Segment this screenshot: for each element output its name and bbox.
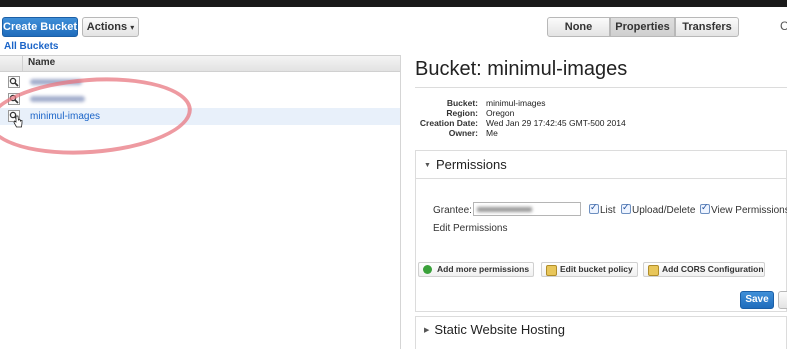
save-button[interactable]: Save <box>740 291 774 309</box>
list-label: List <box>600 205 616 216</box>
redacted-grantee <box>477 207 532 212</box>
actions-button[interactable]: Actions ▾ <box>82 17 139 37</box>
tab-transfers[interactable]: Transfers <box>675 17 739 37</box>
static-hosting-header[interactable]: ▶ Static Website Hosting <box>424 322 565 337</box>
breadcrumb[interactable]: All Buckets <box>4 41 58 52</box>
field-value: minimul-images <box>486 98 546 108</box>
field-value: Wed Jan 29 17:42:45 GMT-500 2014 <box>486 118 626 128</box>
grantee-field[interactable] <box>473 202 581 216</box>
field-label: Bucket: <box>446 98 478 108</box>
add-permissions-label: Add more permissions <box>437 264 530 274</box>
field-label: Region: <box>446 108 478 118</box>
top-bar <box>0 0 787 7</box>
edit-bucket-policy-button[interactable]: Edit bucket policy <box>541 262 638 277</box>
static-hosting-heading: Static Website Hosting <box>434 322 565 337</box>
triangle-down-icon: ▼ <box>424 162 431 169</box>
title-divider <box>415 87 787 88</box>
view-permissions-checkbox[interactable] <box>700 202 710 214</box>
chevron-down-icon: ▾ <box>130 23 135 32</box>
list-header: Name <box>0 55 400 72</box>
grantee-label: Grantee: <box>433 205 472 216</box>
select-column-header <box>0 56 23 71</box>
upload-delete-checkbox[interactable] <box>621 202 631 214</box>
field-label: Owner: <box>448 128 478 138</box>
policy-icon <box>546 265 557 276</box>
static-hosting-panel: ▶ Static Website Hosting <box>415 316 787 349</box>
edit-permissions-label: Edit Permissions <box>433 223 508 234</box>
add-icon <box>423 265 432 274</box>
edit-bucket-policy-label: Edit bucket policy <box>560 264 633 274</box>
cancel-button[interactable] <box>778 291 787 309</box>
cors-icon <box>648 265 659 276</box>
add-permissions-button[interactable]: Add more permissions <box>418 262 534 277</box>
permissions-header[interactable]: ▼ Permissions <box>424 157 507 172</box>
field-label: Creation Date: <box>419 118 478 128</box>
create-bucket-button[interactable]: Create Bucket <box>2 17 78 37</box>
magnifier-icon[interactable] <box>8 76 20 88</box>
page-title: Bucket: minimul-images <box>415 58 628 80</box>
add-cors-button[interactable]: Add CORS Configuration <box>643 262 765 277</box>
refresh-icon[interactable]: C <box>780 19 787 33</box>
tab-none[interactable]: None <box>547 17 610 37</box>
permissions-heading: Permissions <box>435 157 507 172</box>
field-value: Me <box>486 128 498 138</box>
actions-label: Actions <box>86 21 128 33</box>
field-value: Oregon <box>486 108 515 118</box>
section-divider <box>416 178 786 179</box>
name-column-header[interactable]: Name <box>28 57 55 68</box>
view-permissions-label: View Permissions <box>711 205 787 216</box>
add-cors-label: Add CORS Configuration <box>662 264 764 274</box>
list-checkbox[interactable] <box>589 202 599 214</box>
triangle-right-icon: ▶ <box>424 327 430 334</box>
upload-delete-label: Upload/Delete <box>632 205 696 216</box>
tab-properties[interactable]: Properties <box>610 17 675 37</box>
